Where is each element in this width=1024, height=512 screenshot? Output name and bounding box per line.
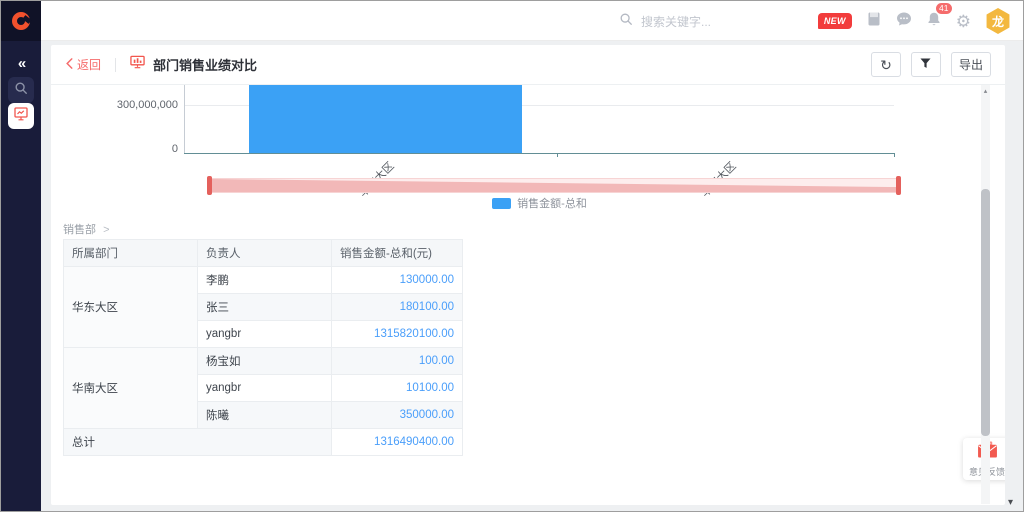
dept-cell: 华南大区 xyxy=(64,348,198,429)
value-cell[interactable]: 180100.00 xyxy=(332,294,463,321)
bar-huadong[interactable] xyxy=(249,85,522,153)
notification-count-badge: 41 xyxy=(935,2,953,15)
chart-scroll-data-shadow xyxy=(212,179,898,192)
sidebar-item-report-app[interactable] xyxy=(8,103,34,129)
value-cell[interactable]: 1315820100.00 xyxy=(332,321,463,348)
vertical-scrollbar-thumb[interactable] xyxy=(981,189,990,436)
search-placeholder: 搜索关键字... xyxy=(641,13,711,30)
corner-arrow-icon: ▾ xyxy=(1008,497,1013,508)
x-axis-line xyxy=(184,153,895,154)
table-row[interactable]: 华东大区 李鹏 130000.00 xyxy=(64,267,463,294)
header-divider xyxy=(115,58,116,72)
y-axis-tick-0: 0 xyxy=(78,143,178,155)
app-window: « 搜索关键字... NEW xyxy=(0,0,1024,512)
notifications-button[interactable]: 41 xyxy=(926,11,942,32)
brand-logo[interactable] xyxy=(1,1,41,41)
col-dept: 所属部门 xyxy=(64,240,198,267)
notebook-icon xyxy=(866,11,882,32)
refresh-icon: ↻ xyxy=(880,58,892,72)
person-cell: yangbr xyxy=(198,321,332,348)
scrollbar-up-arrow-icon[interactable]: ▴ xyxy=(981,87,990,95)
person-cell: 李鹏 xyxy=(198,267,332,294)
legend-label: 销售金额-总和 xyxy=(517,195,587,211)
new-badge[interactable]: NEW xyxy=(818,13,852,29)
col-person: 负责人 xyxy=(198,240,332,267)
value-cell[interactable]: 130000.00 xyxy=(332,267,463,294)
messages-button[interactable] xyxy=(896,11,912,32)
report-card: 返回 部门销售业绩对比 ↻ 导出 300,000,000 0 xyxy=(51,45,1005,505)
top-bar: 搜索关键字... NEW 41 ⚙ 龙 xyxy=(41,1,1023,41)
value-cell[interactable]: 100.00 xyxy=(332,348,463,375)
col-amount: 销售金额-总和(元) xyxy=(332,240,463,267)
page-title: 部门销售业绩对比 xyxy=(153,55,257,74)
table-row[interactable]: 华南大区 杨宝如 100.00 xyxy=(64,348,463,375)
slider-handle-left[interactable] xyxy=(207,176,212,195)
brand-logo-icon xyxy=(12,12,30,30)
total-label: 总计 xyxy=(64,429,332,456)
value-cell[interactable]: 10100.00 xyxy=(332,375,463,402)
filter-icon xyxy=(920,58,931,72)
person-cell: yangbr xyxy=(198,375,332,402)
table-total-row: 总计 1316490400.00 xyxy=(64,429,463,456)
sidebar-collapse-button[interactable]: « xyxy=(1,55,41,72)
chart-scroll-slider[interactable] xyxy=(211,178,899,193)
search-icon xyxy=(619,12,633,31)
sidebar-search-button[interactable] xyxy=(8,77,34,103)
report-app-icon xyxy=(14,107,28,126)
chart-legend[interactable]: 销售金额-总和 xyxy=(184,195,895,211)
chat-bubble-icon xyxy=(896,11,912,32)
slider-handle-right[interactable] xyxy=(896,176,901,195)
search-icon xyxy=(14,81,28,100)
legend-swatch xyxy=(492,198,511,209)
breadcrumb[interactable]: 销售部 > xyxy=(63,221,110,237)
top-bar-actions: NEW 41 ⚙ 龙 xyxy=(818,1,1011,41)
notebook-button[interactable] xyxy=(866,11,882,32)
filter-button[interactable] xyxy=(911,52,941,77)
settings-button[interactable]: ⚙ xyxy=(956,13,971,30)
sidebar: « xyxy=(1,1,41,511)
report-icon xyxy=(130,55,145,74)
total-value: 1316490400.00 xyxy=(332,429,463,456)
gear-icon: ⚙ xyxy=(956,13,971,30)
table-header-row: 所属部门 负责人 销售金额-总和(元) xyxy=(64,240,463,267)
chevron-left-icon xyxy=(65,58,73,72)
value-cell[interactable]: 350000.00 xyxy=(332,402,463,429)
x-axis-tick xyxy=(894,154,895,157)
back-button[interactable]: 返回 xyxy=(65,56,101,73)
y-axis-line xyxy=(184,85,185,153)
breadcrumb-label: 销售部 xyxy=(63,224,96,236)
y-axis-tick-300m: 300,000,000 xyxy=(78,99,178,111)
user-avatar[interactable]: 龙 xyxy=(985,8,1011,34)
person-cell: 张三 xyxy=(198,294,332,321)
person-cell: 陈曦 xyxy=(198,402,332,429)
back-label: 返回 xyxy=(77,56,101,73)
breadcrumb-arrow-icon: > xyxy=(103,224,109,236)
sales-table: 所属部门 负责人 销售金额-总和(元) 华东大区 李鹏 130000.00 张三… xyxy=(63,239,463,456)
report-body: 300,000,000 0 华东大区 华南大区 销售金额-总和 销售部 > xyxy=(51,85,1005,504)
global-search-input[interactable]: 搜索关键字... xyxy=(619,1,711,41)
report-header: 返回 部门销售业绩对比 ↻ 导出 xyxy=(51,45,1005,85)
dept-cell: 华东大区 xyxy=(64,267,198,348)
refresh-button[interactable]: ↻ xyxy=(871,52,901,77)
person-cell: 杨宝如 xyxy=(198,348,332,375)
export-button[interactable]: 导出 xyxy=(951,52,991,77)
x-axis-tick xyxy=(557,154,558,157)
